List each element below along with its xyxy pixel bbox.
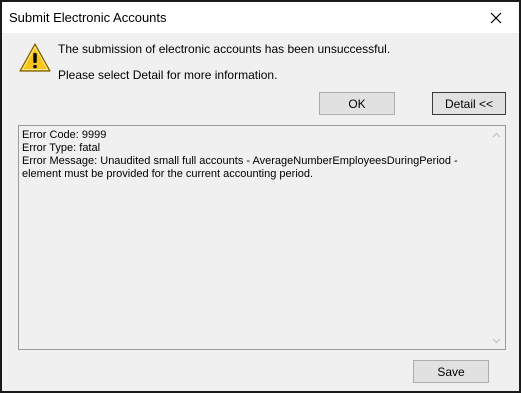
chevron-down-icon xyxy=(492,338,501,343)
detail-button[interactable]: Detail << xyxy=(432,92,506,115)
detail-textbox[interactable]: Error Code: 9999 Error Type: fatal Error… xyxy=(18,125,506,350)
scroll-up-button[interactable] xyxy=(488,126,505,143)
scroll-down-button[interactable] xyxy=(488,332,505,349)
message-secondary: Please select Detail for more informatio… xyxy=(58,68,278,82)
error-type-line: Error Type: fatal xyxy=(22,142,101,154)
message-primary: The submission of electronic accounts ha… xyxy=(58,42,391,56)
title-bar[interactable]: Submit Electronic Accounts xyxy=(2,2,519,33)
error-code-line: Error Code: 9999 xyxy=(22,129,107,141)
dialog-window: Submit Electronic Accounts The submissio… xyxy=(0,0,521,393)
window-title: Submit Electronic Accounts xyxy=(9,10,167,25)
close-button[interactable] xyxy=(473,2,519,33)
error-message-line: Error Message: Unaudited small full acco… xyxy=(22,155,458,180)
ok-button[interactable]: OK xyxy=(319,92,395,115)
chevron-up-icon xyxy=(492,132,501,137)
detail-content: Error Code: 9999 Error Type: fatal Error… xyxy=(22,129,482,181)
save-button[interactable]: Save xyxy=(413,360,489,383)
warning-icon xyxy=(19,42,51,74)
vertical-scrollbar[interactable] xyxy=(488,126,505,349)
close-icon xyxy=(490,12,502,23)
